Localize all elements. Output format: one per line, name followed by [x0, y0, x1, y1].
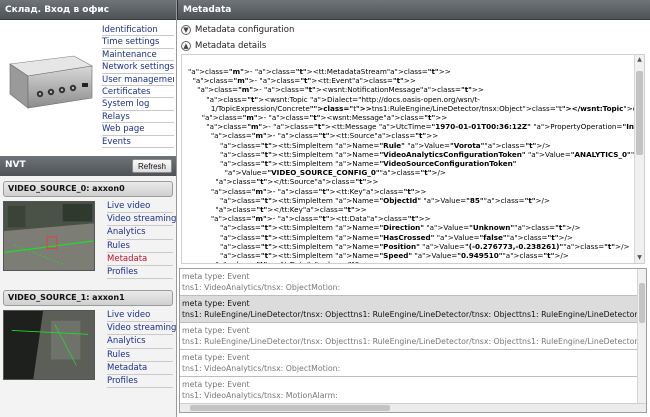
event-topic: tns1: RuleEngine/LineDetector/tnsx: Obje…: [182, 337, 646, 346]
video-source-0: VIDEO_SOURCE_0: axxon0 Live video Video …: [3, 181, 176, 280]
nvt-bar: NVT Refresh: [0, 156, 176, 176]
chevron-up-icon: ▲: [181, 40, 191, 51]
events-list[interactable]: meta type: Event tns1: VideoAnalytics/tns…: [179, 268, 647, 413]
xml-line: "a">class="m">- "a">class="t"><tt:Messag…: [206, 122, 644, 132]
metadata-panel: Metadata ▼ Metadata configuration ▲ Metada…: [177, 0, 650, 417]
event-topic: tns1: VideoAnalytics/tnsx: ObjectMotion:: [182, 364, 341, 373]
xml-line: "a">class="t"><tt:SimpleItem "a">Name="D…: [220, 223, 581, 233]
section-metadata-configuration[interactable]: ▼ Metadata configuration: [177, 22, 650, 38]
src1-live-video[interactable]: Live video: [107, 309, 173, 323]
section-label: Metadata configuration: [195, 25, 295, 35]
xml-line: "a">class="t"><tt:SimpleItem "a">Name="S…: [220, 251, 569, 261]
metadata-title: Metadata: [177, 0, 650, 20]
src1-video-streaming[interactable]: Video streaming: [107, 322, 176, 336]
menu-system-log[interactable]: System log: [102, 98, 174, 111]
xml-line: 1/TopicExpression/Concrete"">class="t">>…: [188, 103, 644, 113]
events-container: meta type: Event tns1: VideoAnalytics/tns…: [180, 269, 646, 404]
event-topic: tns1: RuleEngine/LineDetector/tnsx: Obje…: [182, 310, 646, 319]
section-label: Metadata details: [195, 41, 267, 51]
xml-scrollbar[interactable]: ▲ ▼: [634, 55, 644, 263]
xml-line: "a">class="t"><tt:SimpleItem "a">Name="O…: [220, 195, 550, 205]
event-row[interactable]: meta type: Event tns1: RuleEngine/LineDet…: [180, 296, 646, 323]
src0-video-streaming[interactable]: Video streaming: [107, 213, 176, 227]
event-type: meta type: Event: [182, 299, 250, 308]
video-source-1: VIDEO_SOURCE_1: axxon1 Live video Video …: [3, 290, 176, 389]
menu-network-settings[interactable]: Network settings: [102, 61, 174, 74]
xml-line: "a">class="m">- "a">class="t"><tt:Data"a…: [210, 214, 431, 224]
event-type: meta type: Event: [182, 326, 250, 335]
xml-line: "a">class="m">- "a">class="t"><tt:Source…: [210, 131, 439, 141]
events-hscroll-thumb[interactable]: [190, 405, 390, 411]
xml-line: "a">class="t"></tt:Data"a">class="t">>: [188, 260, 644, 263]
camera-preview-0: [3, 201, 95, 271]
device-menu: Identification Time settings Maintenance…: [102, 24, 174, 148]
xml-line: "a">class="m">- "a">class="t"><tt:Metada…: [188, 67, 451, 76]
src1-analytics[interactable]: Analytics: [107, 335, 173, 349]
event-row[interactable]: meta type: Event tns1: VideoAnalytics/tns…: [180, 269, 646, 296]
xml-line: "a">class="t"><tt:SimpleItem "a">Name="P…: [220, 241, 630, 251]
src1-rules[interactable]: Rules: [107, 349, 173, 362]
refresh-button[interactable]: Refresh: [131, 159, 172, 173]
src0-metadata[interactable]: Metadata: [107, 253, 173, 266]
device-title: Склад. Вход в офис: [0, 0, 176, 20]
xml-line: "a">class="t"><tt:SimpleItem "a">Name="V…: [220, 159, 517, 169]
src0-live-video[interactable]: Live video: [107, 200, 173, 214]
video-source-header[interactable]: VIDEO_SOURCE_0: axxon0: [3, 181, 173, 197]
src1-profiles[interactable]: Profiles: [107, 375, 173, 389]
src1-metadata[interactable]: Metadata: [107, 362, 173, 375]
video-source-header[interactable]: VIDEO_SOURCE_1: axxon1: [3, 290, 173, 306]
xml-line: "a">class="t"></tt:Source"a">class="t">>: [215, 177, 379, 187]
event-type: meta type: Event: [182, 272, 250, 281]
nvt-label: NVT: [5, 160, 26, 170]
xml-line: "a">class="t"><wsnt:Topic "a">Dialect="h…: [206, 94, 480, 104]
device-area: Identification Time settings Maintenance…: [0, 20, 176, 157]
xml-line: "a">class="t"><tt:SimpleItem "a">Name="H…: [220, 232, 573, 242]
events-vertical-scrollbar[interactable]: [637, 269, 646, 404]
menu-web-page[interactable]: Web page: [102, 123, 174, 136]
event-type: meta type: Event: [182, 380, 250, 389]
video-source-1-menu: Live video Video streaming Analytics Rul…: [107, 309, 176, 389]
scroll-up-icon[interactable]: ▲: [635, 55, 644, 65]
xml-content: "a">class="m">- "a">class="t"><tt:Metada…: [188, 67, 644, 263]
src0-analytics[interactable]: Analytics: [107, 226, 173, 240]
xml-line: "a">class="m">- "a">class="t"><wsnt:Mess…: [201, 113, 448, 123]
video-source-0-menu: Live video Video streaming Analytics Rul…: [107, 200, 176, 280]
section-metadata-details[interactable]: ▲ Metadata details: [177, 38, 650, 54]
left-panel: Склад. Вход в офис Identification Time s…: [0, 0, 177, 417]
events-vscroll-thumb[interactable]: [639, 283, 645, 323]
xml-line: "a">class="t"><tt:SimpleItem "a">Name="R…: [220, 140, 551, 150]
scroll-down-icon[interactable]: ▼: [635, 253, 644, 263]
event-row[interactable]: meta type: Event tns1: VideoAnalytics/tns…: [180, 350, 646, 377]
xml-line: "a">class="t"><tt:SimpleItem "a">Name="V…: [220, 149, 644, 159]
xml-line: "a">Value="VIDEO_SOURCE_CONFIG_0""a">cla…: [224, 168, 446, 178]
events-horizontal-scrollbar[interactable]: [180, 403, 646, 412]
xml-line: "a">class="m">- "a">class="t"><tt:Key"a"…: [210, 186, 427, 196]
event-type: meta type: Event: [182, 353, 250, 362]
xml-scroll-thumb[interactable]: [636, 71, 643, 155]
xml-line: "a">class="m">- "a">class="t"><wsnt:Noti…: [197, 85, 484, 95]
event-row[interactable]: meta type: Event tns1: VideoAnalytics/tns…: [180, 377, 646, 404]
event-topic: tns1: VideoAnalytics/tnsx: MotionAlarm:: [182, 391, 338, 400]
device-image: [9, 55, 93, 109]
menu-relays[interactable]: Relays: [102, 111, 174, 124]
menu-user-management[interactable]: User management: [102, 74, 174, 86]
camera-preview-1: [3, 310, 95, 380]
chevron-down-icon: ▼: [181, 24, 191, 35]
xml-viewer[interactable]: "a">class="m">- "a">class="t"><tt:Metada…: [181, 54, 645, 264]
xml-line: "a">class="m">- "a">class="t"><tt:Event"…: [192, 76, 416, 86]
menu-events[interactable]: Events: [102, 136, 174, 148]
menu-identification[interactable]: Identification: [102, 24, 174, 37]
menu-maintenance[interactable]: Maintenance: [102, 49, 174, 62]
menu-certificates[interactable]: Certificates: [102, 86, 174, 99]
src0-profiles[interactable]: Profiles: [107, 266, 173, 280]
src0-rules[interactable]: Rules: [107, 240, 173, 253]
xml-line: "a">class="t"></tt:Key"a">class="t">>: [215, 205, 367, 215]
event-topic: tns1: VideoAnalytics/tnsx: ObjectMotion:: [182, 283, 341, 292]
menu-time-settings[interactable]: Time settings: [102, 36, 174, 49]
event-row[interactable]: meta type: Event tns1: RuleEngine/LineDet…: [180, 323, 646, 350]
